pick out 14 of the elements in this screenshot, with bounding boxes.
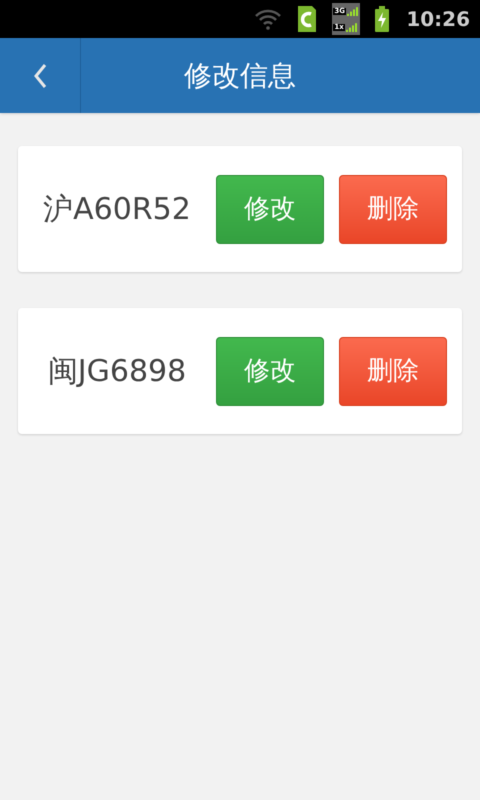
wifi-icon: [254, 8, 282, 30]
app-notification-icon: [296, 4, 318, 34]
back-icon: [33, 62, 47, 88]
plate-number: 沪A60R52: [43, 190, 191, 228]
battery-charging-icon: [374, 6, 390, 32]
signal-icon: [346, 6, 359, 16]
page-title: 修改信息: [184, 58, 296, 94]
delete-button[interactable]: 删除: [339, 336, 447, 406]
delete-button[interactable]: 删除: [339, 174, 447, 244]
edit-button[interactable]: 修改: [216, 336, 324, 406]
plate-number: 闽JG6898: [48, 352, 186, 390]
signal-icon: [346, 22, 358, 32]
edit-button[interactable]: 修改: [216, 174, 324, 244]
status-time: 10:26: [406, 6, 470, 33]
